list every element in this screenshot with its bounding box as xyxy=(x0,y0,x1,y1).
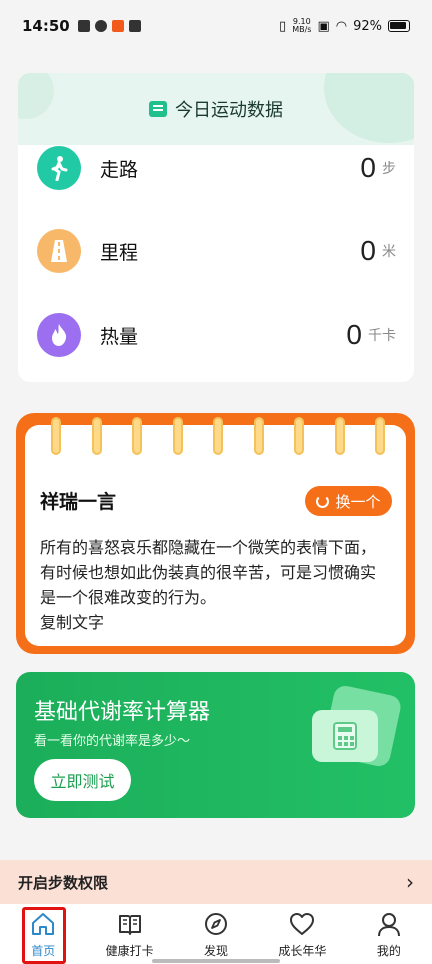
play-app-icon xyxy=(77,20,90,32)
metabolism-subtitle: 看一看你的代谢率是多少～ xyxy=(34,734,191,749)
binder-ring xyxy=(51,417,61,455)
status-bar: 14:50 ▯ 9.10 MB/s ▣ ◠ 92% xyxy=(0,0,432,52)
message-app-icon xyxy=(128,20,141,32)
nav-label-discover: 发现 xyxy=(204,944,229,958)
status-time: 14:50 xyxy=(22,17,70,35)
vibrate-icon: ▯ xyxy=(279,18,287,34)
exercise-stats-card: 今日运动数据 走路 0 步 里程 0 米 热量 0 千卡 xyxy=(18,73,414,382)
stat-row-distance: 里程 0 米 xyxy=(18,221,414,281)
book-icon xyxy=(118,915,141,935)
step-permission-banner[interactable]: 开启步数权限 › xyxy=(0,860,432,904)
refresh-icon xyxy=(316,494,330,508)
binder-ring xyxy=(294,417,304,455)
nav-label-mine: 我的 xyxy=(376,944,401,958)
gesture-home-bar[interactable] xyxy=(152,959,280,963)
nav-item-mine[interactable]: 我的 xyxy=(346,904,432,964)
compass-icon xyxy=(205,913,228,935)
metabolism-title: 基础代谢率计算器 xyxy=(34,700,211,725)
stat-label-calories: 热量 xyxy=(100,325,139,348)
binder-ring xyxy=(335,417,345,455)
stat-unit-distance: 米 xyxy=(382,244,396,260)
quote-card: 祥瑞一言 换一个 所有的喜怒哀乐都隐藏在一个微笑的表情下面，有时候也想如此伪装真… xyxy=(16,413,415,654)
orange-app-icon xyxy=(111,20,124,32)
nav-item-discover[interactable]: 发现 xyxy=(173,904,259,964)
stats-title: 今日运动数据 xyxy=(175,100,283,121)
stat-label-distance: 里程 xyxy=(100,241,139,264)
stat-unit-calories: 千卡 xyxy=(368,328,396,344)
stat-unit-walk: 步 xyxy=(382,161,396,177)
swap-quote-label: 换一个 xyxy=(335,492,381,511)
nav-item-growth[interactable]: 成长年华 xyxy=(259,904,345,964)
chevron-right-icon: › xyxy=(406,870,414,894)
binder-ring xyxy=(254,417,264,455)
list-icon xyxy=(149,101,167,117)
stat-value-distance: 0 xyxy=(360,235,376,266)
road-icon xyxy=(37,229,81,273)
binder-ring xyxy=(375,417,385,455)
copy-text-button[interactable]: 复制文字 xyxy=(40,609,104,633)
stat-value-calories: 0 xyxy=(346,319,362,350)
user-icon xyxy=(377,913,400,937)
binder-ring xyxy=(132,417,142,455)
stat-value-walk: 0 xyxy=(360,152,376,183)
walk-icon xyxy=(37,146,81,190)
heart-icon xyxy=(290,913,315,935)
quote-title: 祥瑞一言 xyxy=(40,491,117,513)
test-now-button[interactable]: 立即测试 xyxy=(34,759,131,801)
nav-label-checkin: 健康打卡 xyxy=(105,944,154,958)
metabolism-calculator-card[interactable]: 基础代谢率计算器 看一看你的代谢率是多少～ 立即测试 xyxy=(16,672,415,818)
selection-highlight xyxy=(22,907,66,964)
swirl-app-icon xyxy=(94,20,107,32)
wifi-icon: ◠ xyxy=(335,18,348,34)
quote-card-inner: 祥瑞一言 换一个 所有的喜怒哀乐都隐藏在一个微笑的表情下面，有时候也想如此伪装真… xyxy=(25,417,406,646)
calculator-icon xyxy=(312,710,378,762)
stat-row-calories: 热量 0 千卡 xyxy=(18,305,414,365)
swap-quote-button[interactable]: 换一个 xyxy=(305,486,392,516)
stat-row-walk: 走路 0 步 xyxy=(18,138,414,198)
flame-icon xyxy=(37,313,81,357)
binder-ring xyxy=(173,417,183,455)
stat-label-walk: 走路 xyxy=(100,158,139,181)
battery-icon xyxy=(388,20,410,32)
binder-ring xyxy=(92,417,102,455)
stats-header: 今日运动数据 xyxy=(18,73,414,145)
battery-text: 92% xyxy=(353,18,382,34)
nav-label-growth: 成长年华 xyxy=(278,944,327,958)
step-permission-label: 开启步数权限 xyxy=(18,873,109,892)
quote-text: 所有的喜怒哀乐都隐藏在一个微笑的表情下面，有时候也想如此伪装真的很辛苦，可是习惯… xyxy=(40,538,377,607)
nav-item-checkin[interactable]: 健康打卡 xyxy=(86,904,172,964)
nfc-icon: ▣ xyxy=(317,18,330,34)
binder-ring xyxy=(213,417,223,455)
net-speed: 9.10 MB/s xyxy=(292,17,312,34)
